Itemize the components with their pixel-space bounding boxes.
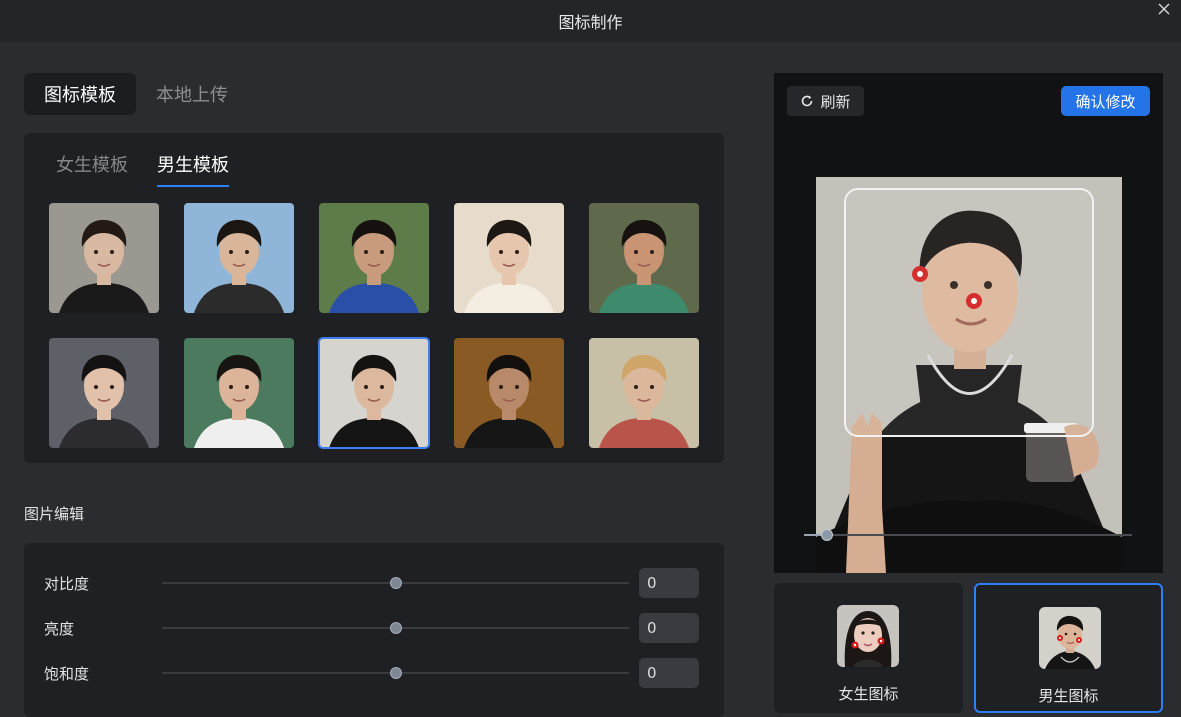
- template-portrait: [49, 203, 159, 313]
- refresh-button[interactable]: 刷新: [787, 86, 864, 116]
- template-sub-tabs: 女生模板 男生模板: [56, 151, 229, 187]
- zoom-slider[interactable]: [804, 529, 1132, 541]
- brightness-slider-thumb[interactable]: [389, 622, 402, 634]
- close-button[interactable]: [1153, 0, 1175, 18]
- template-thumbnail[interactable]: [589, 203, 699, 313]
- brightness-label: 亮度: [44, 619, 75, 638]
- template-panel: 女生模板 男生模板: [24, 133, 724, 463]
- image-edit-title: 图片编辑: [24, 505, 85, 523]
- crop-frame[interactable]: [844, 188, 1094, 437]
- template-portrait: [589, 338, 699, 448]
- female-icon-label: 女生图标: [838, 685, 899, 703]
- window-titlebar: 图标制作: [0, 0, 1181, 42]
- brightness-slider[interactable]: [162, 622, 629, 634]
- refresh-icon: [802, 95, 813, 107]
- confirm-button[interactable]: 确认修改: [1061, 86, 1150, 116]
- template-portrait: [319, 338, 429, 448]
- image-edit-panel: 对比度 0 亮度 0 饱和度 0: [24, 543, 724, 717]
- contrast-label: 对比度: [44, 574, 90, 593]
- preview-panel: 刷新 确认修改: [774, 73, 1163, 573]
- main-tabs: 图标模板 本地上传: [24, 73, 248, 115]
- male-icon-card[interactable]: 男生图标: [974, 583, 1163, 713]
- brightness-input[interactable]: 0: [639, 613, 699, 643]
- tab-icon-template[interactable]: 图标模板: [24, 73, 136, 115]
- contrast-slider[interactable]: [162, 577, 629, 589]
- template-thumbnail[interactable]: [318, 337, 430, 449]
- saturation-slider[interactable]: [162, 667, 629, 679]
- refresh-label: 刷新: [820, 92, 851, 111]
- tab-local-upload[interactable]: 本地上传: [136, 73, 248, 115]
- close-icon: [1158, 3, 1170, 15]
- zoom-slider-thumb[interactable]: [820, 529, 833, 541]
- template-thumbnail[interactable]: [454, 338, 564, 448]
- male-icon-preview: [1039, 607, 1101, 669]
- template-portrait: [49, 338, 159, 448]
- contrast-input[interactable]: 0: [639, 568, 699, 598]
- template-thumbnail[interactable]: [319, 203, 429, 313]
- template-grid: [49, 203, 699, 449]
- template-thumbnail[interactable]: [184, 338, 294, 448]
- template-portrait: [589, 203, 699, 313]
- saturation-input[interactable]: 0: [639, 658, 699, 688]
- contrast-slider-thumb[interactable]: [389, 577, 402, 589]
- template-portrait: [454, 338, 564, 448]
- template-thumbnail[interactable]: [454, 203, 564, 313]
- tab-female-template[interactable]: 女生模板: [56, 151, 128, 187]
- saturation-label: 饱和度: [44, 664, 90, 683]
- template-portrait: [184, 338, 294, 448]
- template-portrait: [319, 203, 429, 313]
- template-portrait: [454, 203, 564, 313]
- template-thumbnail[interactable]: [589, 338, 699, 448]
- template-portrait: [184, 203, 294, 313]
- female-icon-preview: [837, 605, 899, 667]
- female-icon-card[interactable]: 女生图标: [774, 583, 963, 713]
- saturation-slider-thumb[interactable]: [389, 667, 402, 679]
- saturation-row: 饱和度 0: [44, 658, 704, 688]
- template-thumbnail[interactable]: [184, 203, 294, 313]
- window-title: 图标制作: [558, 13, 623, 32]
- template-thumbnail[interactable]: [49, 338, 159, 448]
- male-icon-label: 男生图标: [1038, 687, 1099, 705]
- brightness-row: 亮度 0: [44, 613, 704, 643]
- tab-male-template[interactable]: 男生模板: [157, 151, 229, 187]
- contrast-row: 对比度 0: [44, 568, 704, 598]
- template-thumbnail[interactable]: [49, 203, 159, 313]
